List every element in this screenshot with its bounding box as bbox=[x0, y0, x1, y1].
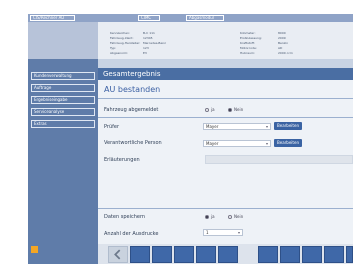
responsible-person-value: Mayer bbox=[206, 141, 219, 146]
info-label: Kilometer: bbox=[240, 31, 256, 35]
divider bbox=[98, 208, 353, 209]
chevron-down-icon: ▾ bbox=[237, 230, 240, 235]
info-value: Mercedes-Benz bbox=[143, 41, 166, 45]
toolbar-button[interactable] bbox=[174, 246, 194, 263]
sidebar-item-kunden[interactable]: Kundenverwaltung bbox=[31, 72, 95, 80]
toolbar-button[interactable] bbox=[324, 246, 344, 263]
radio-save-ja[interactable]: ja bbox=[205, 214, 215, 219]
info-label: Fahrzeug-Ident: bbox=[110, 36, 134, 40]
explanations-textarea[interactable] bbox=[205, 155, 353, 164]
info-label: Hubraum: bbox=[240, 51, 255, 55]
info-label: Kennzeichen: bbox=[110, 31, 131, 35]
print-count-label: Anzahl der Ausdrucke bbox=[104, 231, 159, 237]
section-header: Gesamtergebnis bbox=[98, 68, 353, 80]
info-value: E3 bbox=[143, 51, 147, 55]
radio-vehicle-nein[interactable]: Nein bbox=[228, 107, 243, 112]
info-label: Kraftstoff: bbox=[240, 41, 255, 45]
back-arrow-icon bbox=[114, 249, 121, 260]
radio-button-icon bbox=[228, 107, 232, 112]
divider bbox=[98, 98, 353, 99]
top-tab-cimc[interactable]: CIMC bbox=[138, 15, 160, 21]
info-label: Motorcode: bbox=[240, 46, 257, 50]
result-status: AU bestanden bbox=[104, 85, 161, 94]
sidebar-item-ergebnis[interactable]: Ergebniseingabe bbox=[31, 96, 95, 104]
toolbar-button[interactable] bbox=[258, 246, 278, 263]
info-value: 8000 bbox=[278, 31, 286, 35]
info-value: 2000 ccm bbox=[278, 51, 293, 55]
info-value: Benzin bbox=[278, 41, 289, 45]
top-tab-abgasmodul[interactable]: Abgasmodul bbox=[186, 15, 224, 21]
info-label: Abgasnorm: bbox=[110, 51, 129, 55]
responsible-person-select[interactable]: Mayer ▾ bbox=[203, 140, 271, 147]
examiner-value: Mayer bbox=[206, 124, 219, 129]
sidebar-item-auftraege[interactable]: Auftrage bbox=[31, 84, 95, 92]
info-value: AD bbox=[278, 46, 283, 50]
toolbar-button[interactable] bbox=[302, 246, 322, 263]
info-value: 12345 bbox=[143, 36, 153, 40]
toolbar-button[interactable] bbox=[152, 246, 172, 263]
divider bbox=[98, 117, 353, 118]
radio-label: Nein bbox=[234, 214, 244, 219]
examiner-label: Prüfer bbox=[104, 124, 120, 130]
radio-button-icon bbox=[205, 107, 209, 112]
vehicle-deregistered-label: Fahrzeug abgemeldet bbox=[104, 107, 159, 113]
radio-button-icon bbox=[228, 214, 232, 219]
radio-vehicle-ja[interactable]: ja bbox=[205, 107, 215, 112]
toolbar-button[interactable] bbox=[196, 246, 216, 263]
divider-strip bbox=[98, 59, 353, 68]
toolbar-button[interactable] bbox=[346, 246, 353, 263]
info-label: Erstzulassung: bbox=[240, 36, 262, 40]
responsible-person-label: Verantwortliche Person bbox=[104, 140, 162, 146]
radio-save-nein[interactable]: Nein bbox=[228, 214, 243, 219]
warning-icon bbox=[31, 246, 38, 253]
toolbar-button[interactable] bbox=[218, 246, 238, 263]
toolbar-button[interactable] bbox=[280, 246, 300, 263]
sidebar-item-extras[interactable]: Extras bbox=[31, 120, 95, 128]
radio-label: Nein bbox=[234, 107, 244, 112]
chevron-down-icon: ▾ bbox=[265, 124, 268, 129]
info-value: B-C 111 bbox=[143, 31, 155, 35]
info-label: Fahrzeug-Hersteller: bbox=[110, 41, 141, 45]
radio-label: ja bbox=[211, 214, 215, 219]
top-tab-cis[interactable]: CIS/Rechner AU bbox=[30, 15, 75, 21]
examiner-edit-button[interactable]: Bearbeiten bbox=[274, 122, 302, 130]
radio-label: ja bbox=[211, 107, 215, 112]
toolbar-button[interactable] bbox=[130, 246, 150, 263]
examiner-select[interactable]: Mayer ▾ bbox=[203, 123, 271, 130]
logo-area bbox=[28, 22, 98, 59]
responsible-person-edit-button[interactable]: Bearbeiten bbox=[274, 139, 302, 147]
radio-button-icon bbox=[205, 214, 209, 219]
explanations-label: Erläuterungen bbox=[104, 157, 140, 163]
sidebar-item-service[interactable]: Serviceanalyse bbox=[31, 108, 95, 116]
print-count-value: 1 bbox=[206, 230, 209, 235]
info-value: 2009 bbox=[278, 36, 286, 40]
save-data-label: Daten speichern bbox=[104, 214, 146, 220]
info-value: 123 bbox=[143, 46, 149, 50]
print-count-select[interactable]: 1 ▾ bbox=[203, 229, 243, 236]
chevron-down-icon: ▾ bbox=[265, 141, 268, 146]
info-label: Typ: bbox=[110, 46, 117, 50]
